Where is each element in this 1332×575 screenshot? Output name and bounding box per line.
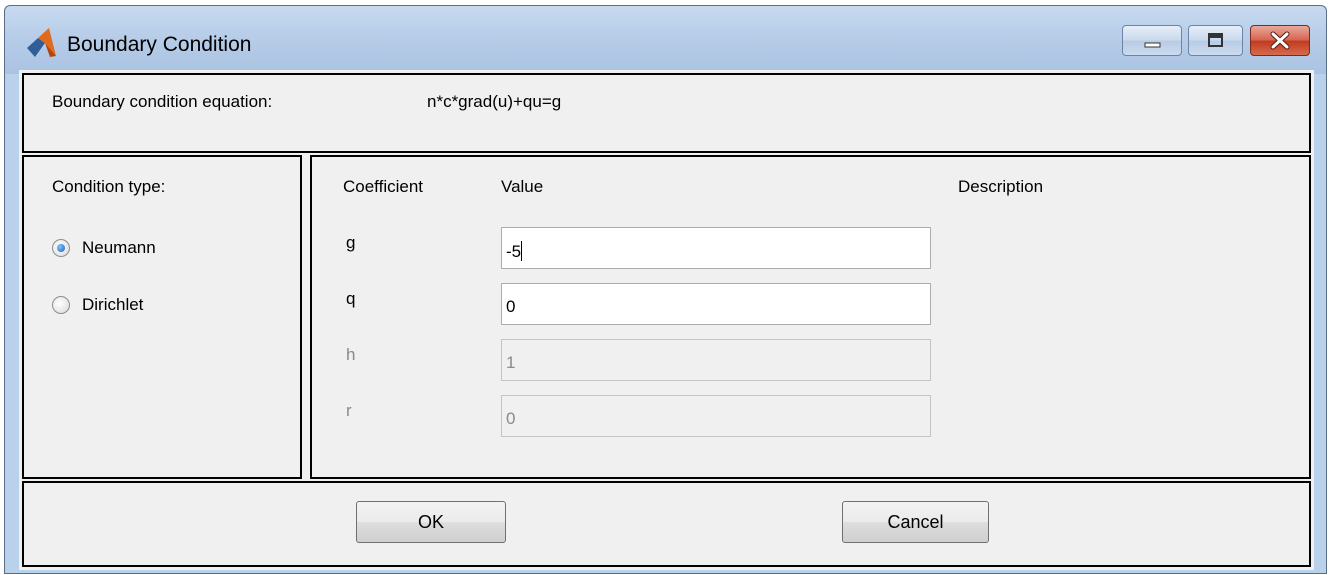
maximize-icon bbox=[1208, 33, 1223, 47]
radio-button-checked[interactable] bbox=[52, 239, 70, 257]
coef-name-q: q bbox=[346, 289, 356, 308]
minimize-icon bbox=[1144, 42, 1161, 48]
coef-name-h: h bbox=[346, 345, 356, 364]
condition-type-label: Condition type: bbox=[52, 177, 166, 196]
coefficient-header: Coefficient bbox=[343, 177, 424, 196]
ok-button[interactable]: OK bbox=[356, 501, 506, 543]
condition-type-panel: Condition type: Neumann Dirichlet bbox=[22, 155, 302, 479]
cancel-button[interactable]: Cancel bbox=[842, 501, 989, 543]
radio-dirichlet[interactable]: Dirichlet bbox=[52, 293, 192, 317]
description-header: Description bbox=[958, 177, 1044, 196]
coefficient-panel: Coefficient Value Description g -5 q 0 h… bbox=[310, 155, 1311, 479]
radio-button-unchecked[interactable] bbox=[52, 296, 70, 314]
dialog-window: Boundary Condition Boundary condition eq… bbox=[4, 5, 1327, 574]
close-button[interactable] bbox=[1250, 25, 1310, 56]
value-input-h: 1 bbox=[501, 339, 931, 381]
value-input-r: 0 bbox=[501, 395, 931, 437]
title-bar[interactable]: Boundary Condition bbox=[5, 6, 1326, 74]
equation-panel: Boundary condition equation: n*c*grad(u)… bbox=[22, 73, 1311, 153]
button-panel bbox=[22, 481, 1311, 567]
dialog-body: Boundary condition equation: n*c*grad(u)… bbox=[19, 70, 1314, 570]
value-input-g[interactable]: -5 bbox=[501, 227, 931, 269]
text-caret bbox=[521, 241, 523, 261]
value-input-g-text: -5 bbox=[506, 242, 522, 261]
equation-value: n*c*grad(u)+qu=g bbox=[427, 92, 562, 111]
window-title: Boundary Condition bbox=[67, 33, 252, 56]
radio-neumann-label: Neumann bbox=[82, 238, 156, 257]
minimize-button[interactable] bbox=[1122, 25, 1182, 56]
radio-neumann[interactable]: Neumann bbox=[52, 236, 192, 260]
coef-name-g: g bbox=[346, 233, 356, 252]
coef-name-r: r bbox=[346, 401, 352, 420]
maximize-button[interactable] bbox=[1188, 25, 1243, 56]
value-input-q[interactable]: 0 bbox=[501, 283, 931, 325]
close-icon bbox=[1270, 31, 1290, 50]
equation-label: Boundary condition equation: bbox=[52, 92, 273, 111]
radio-dirichlet-label: Dirichlet bbox=[82, 295, 144, 314]
value-header: Value bbox=[501, 177, 544, 196]
matlab-logo-icon bbox=[27, 28, 56, 57]
